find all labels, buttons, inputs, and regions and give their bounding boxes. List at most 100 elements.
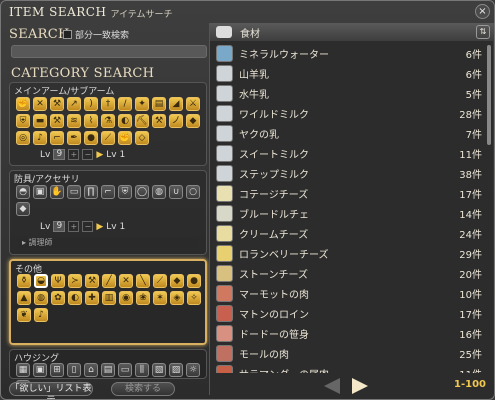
- cutlery-icon[interactable]: Ψ: [51, 274, 65, 288]
- gloves-icon[interactable]: ✋: [50, 185, 64, 199]
- wand-icon[interactable]: ✦: [135, 97, 149, 111]
- close-button[interactable]: ×: [475, 4, 490, 19]
- dye-icon[interactable]: ◐: [68, 291, 82, 305]
- fence-icon[interactable]: ⫼: [135, 363, 149, 377]
- seed-icon[interactable]: ❀: [136, 291, 150, 305]
- earring-icon[interactable]: ◍: [152, 185, 166, 199]
- food-icon[interactable]: ◒: [34, 274, 48, 288]
- reagent-icon[interactable]: ✿: [51, 291, 65, 305]
- orb-icon[interactable]: ●: [84, 131, 98, 145]
- gunblade-icon[interactable]: ◢: [169, 97, 183, 111]
- quill-icon[interactable]: ✒: [67, 131, 81, 145]
- sort-icon[interactable]: ⇅: [476, 25, 490, 39]
- necklace-icon[interactable]: ∪: [169, 185, 183, 199]
- list-item[interactable]: ワイルドミルク 28件: [210, 103, 486, 123]
- minion-icon[interactable]: ✶: [153, 291, 167, 305]
- ingredient-icon[interactable]: ◍: [34, 291, 48, 305]
- roof-icon[interactable]: ▦: [16, 363, 30, 377]
- next-page-button[interactable]: [352, 378, 368, 394]
- interior-wall-icon[interactable]: ▧: [152, 363, 166, 377]
- saw-icon[interactable]: ≋: [67, 114, 81, 128]
- roof-decoration-icon[interactable]: ⌂: [84, 363, 98, 377]
- list-item[interactable]: スイートミルク 11件: [210, 143, 486, 163]
- wishlist-button[interactable]: 「欲しい」リスト表示: [9, 382, 93, 399]
- fish-icon[interactable]: ≻: [68, 274, 82, 288]
- gun-icon[interactable]: ▬: [33, 114, 47, 128]
- crossed-swords-icon[interactable]: ✕: [33, 97, 47, 111]
- misc-icon[interactable]: ✧: [187, 291, 201, 305]
- katana-icon[interactable]: ⟋: [101, 131, 115, 145]
- exterior-wall-icon[interactable]: ▣: [33, 363, 47, 377]
- list-item[interactable]: ミネラルウォーター 6件: [210, 43, 486, 63]
- results-scrollbar[interactable]: [487, 45, 491, 145]
- scythe-icon[interactable]: ♪: [33, 131, 47, 145]
- soul-crystal-icon[interactable]: ◆: [16, 202, 30, 216]
- chakram-icon[interactable]: ◎: [16, 131, 30, 145]
- bracelet-icon[interactable]: ○: [186, 185, 200, 199]
- door-icon[interactable]: ▯: [67, 363, 81, 377]
- list-item[interactable]: ロランベリーチーズ 29件: [210, 243, 486, 263]
- catalyst-icon[interactable]: ◈: [170, 291, 184, 305]
- level-minus-button[interactable]: −: [82, 221, 94, 232]
- stone-icon[interactable]: ●: [187, 274, 201, 288]
- shield-armor-icon[interactable]: ⛨: [118, 185, 132, 199]
- search-button[interactable]: 検索する: [111, 382, 175, 396]
- pan-icon[interactable]: ◐: [118, 114, 132, 128]
- level-plus-button[interactable]: +: [68, 221, 80, 232]
- boots-icon[interactable]: ⌐: [101, 185, 115, 199]
- list-item[interactable]: 水牛乳 5件: [210, 83, 486, 103]
- rapier-icon[interactable]: ⌐: [50, 131, 64, 145]
- materia-icon[interactable]: ◉: [119, 291, 133, 305]
- list-item[interactable]: ドードーの笹身 16件: [210, 323, 486, 343]
- crystal-icon[interactable]: ◆: [170, 274, 184, 288]
- tool-icon[interactable]: ⚒: [85, 274, 99, 288]
- potion-icon[interactable]: ⚱: [17, 274, 31, 288]
- furnishing-icon[interactable]: ▥: [102, 291, 116, 305]
- lumber-icon[interactable]: ╱: [102, 274, 116, 288]
- staff-icon[interactable]: /: [118, 97, 132, 111]
- bone-icon[interactable]: ⟋: [153, 274, 167, 288]
- window-icon[interactable]: ⊞: [50, 363, 64, 377]
- list-item[interactable]: マトンのロイン 17件: [210, 303, 486, 323]
- list-item[interactable]: サラマンダーの尾肉 11件: [210, 363, 486, 373]
- flask-icon[interactable]: ⚗: [101, 114, 115, 128]
- fist-icon[interactable]: ✊: [16, 97, 30, 111]
- part-icon[interactable]: ✚: [85, 291, 99, 305]
- level-input[interactable]: 9: [53, 221, 66, 232]
- ring-icon[interactable]: ◯: [135, 185, 149, 199]
- list-item[interactable]: ステップミルク 38件: [210, 163, 486, 183]
- spear-icon[interactable]: ↗: [67, 97, 81, 111]
- bow-icon[interactable]: ): [84, 97, 98, 111]
- orchestrion-icon[interactable]: ♪: [34, 308, 48, 322]
- list-item[interactable]: マーモットの肉 10件: [210, 283, 486, 303]
- legs-icon[interactable]: ∏: [84, 185, 98, 199]
- pickaxe-icon[interactable]: ⛏: [135, 114, 149, 128]
- misc-weapon-icon[interactable]: ◇: [135, 131, 149, 145]
- helmet-icon[interactable]: ◓: [16, 185, 30, 199]
- placard-icon[interactable]: ▭: [118, 363, 132, 377]
- list-item[interactable]: ブルードルチェ 14件: [210, 203, 486, 223]
- level-minus-button[interactable]: −: [82, 149, 94, 160]
- level-input[interactable]: 9: [53, 149, 66, 160]
- ore-icon[interactable]: ▲: [17, 291, 31, 305]
- list-item[interactable]: モールの肉 25件: [210, 343, 486, 363]
- hatchet-icon[interactable]: ⚒: [152, 114, 166, 128]
- title-bar[interactable]: ITEM SEARCH アイテムサーチ ×: [1, 1, 494, 23]
- prev-page-button[interactable]: [324, 378, 340, 394]
- grimoire-icon[interactable]: ◆: [186, 114, 200, 128]
- class-filter-dropdown[interactable]: ▸ 調理師: [18, 238, 198, 248]
- dagger-icon[interactable]: †: [101, 97, 115, 111]
- list-item[interactable]: ストーンチーズ 20件: [210, 263, 486, 283]
- body-armor-icon[interactable]: ▣: [33, 185, 47, 199]
- list-item[interactable]: クリームチーズ 24件: [210, 223, 486, 243]
- list-item[interactable]: ヤクの乳 7件: [210, 123, 486, 143]
- list-item[interactable]: コテージチーズ 17件: [210, 183, 486, 203]
- wall-decoration-icon[interactable]: ▤: [101, 363, 115, 377]
- flooring-icon[interactable]: ▨: [169, 363, 183, 377]
- gardening-icon[interactable]: ❦: [17, 308, 31, 322]
- belt-icon[interactable]: ▭: [67, 185, 81, 199]
- sword-icon[interactable]: ⚔: [186, 97, 200, 111]
- partial-match-toggle[interactable]: 部分一致検索: [63, 28, 129, 41]
- fists-icon[interactable]: ✊: [118, 131, 132, 145]
- lighting-icon[interactable]: ☼: [186, 363, 200, 377]
